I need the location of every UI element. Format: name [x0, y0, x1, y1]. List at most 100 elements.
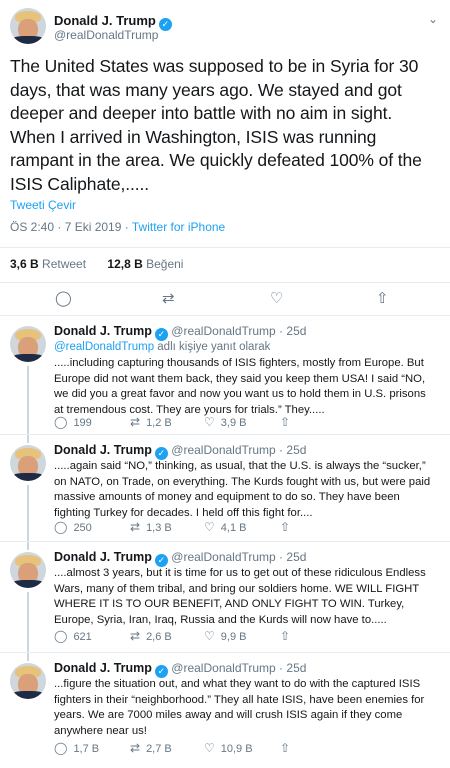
retweet-count: 3,6 B	[10, 257, 39, 271]
reply-count: 250	[73, 522, 92, 534]
thread-line	[27, 485, 29, 541]
thread-line	[27, 435, 29, 443]
tweet-source[interactable]: Twitter for iPhone	[132, 220, 225, 234]
share-icon: ⇧	[280, 741, 291, 755]
author-handle[interactable]: @realDonaldTrump · 25d	[171, 550, 306, 564]
main-action-bar: ◯ ⇄ ♡ ⇧	[0, 284, 450, 312]
author-handle[interactable]: @realDonaldTrump · 25d	[171, 661, 306, 675]
in-reply-to: @realDonaldTrump adlı kişiye yanıt olara…	[54, 341, 270, 353]
like-icon: ♡	[204, 629, 215, 643]
tweet-text: The United States was supposed to be in …	[10, 56, 422, 194]
author-name[interactable]: Donald J. Trump	[54, 13, 156, 28]
like-stat[interactable]: 12,8 B Beğeni	[107, 257, 183, 271]
thread-line	[27, 366, 29, 434]
author-handle[interactable]: @realDonaldTrump · 25d	[171, 324, 306, 338]
retweet-icon: ⇄	[130, 629, 141, 643]
share-icon: ⇧	[280, 629, 291, 643]
reply-icon: ◯	[54, 415, 68, 429]
like-action[interactable]: ♡ 3,9 B	[204, 415, 246, 429]
verified-icon: ✓	[154, 328, 168, 341]
main-tweet: Donald J. Trump ✓ @realDonaldTrump ⌄ The …	[0, 0, 450, 316]
author-name[interactable]: Donald J. Trump	[54, 443, 152, 457]
reply-header: Donald J. Trump ✓ @realDonaldTrump · 25d	[54, 443, 306, 460]
retweet-count: 1,2 B	[146, 417, 172, 429]
thread-line	[27, 542, 29, 550]
tweet-text: .....again said “NO,” thinking, as usual…	[54, 460, 431, 519]
share-icon: ⇧	[280, 520, 291, 534]
author-name[interactable]: Donald J. Trump	[54, 550, 152, 564]
retweet-stat[interactable]: 3,6 B Retweet	[10, 257, 86, 271]
like-count: 4,1 B	[220, 522, 247, 534]
avatar[interactable]	[10, 8, 46, 44]
author-handle[interactable]: @realDonaldTrump	[54, 28, 158, 42]
like-icon: ♡	[204, 415, 215, 429]
retweet-action[interactable]: ⇄ 2,7 B	[130, 741, 172, 755]
action-bar: ◯ 1,7 B ⇄ 2,7 B ♡ 10,9 B ⇧	[54, 741, 438, 759]
retweet-action[interactable]: ⇄ 1,2 B	[130, 415, 172, 429]
like-count: 9,9 B	[220, 631, 247, 643]
translate-link[interactable]: Tweeti Çevir	[10, 198, 76, 212]
reply-action[interactable]: ◯ 621	[54, 629, 92, 643]
reply-tweet[interactable]: Donald J. Trump ✓ @realDonaldTrump · 25d …	[0, 435, 450, 542]
tweet-timestamp[interactable]: ÖS 2:40 · 7 Eki 2019 ·	[10, 220, 132, 234]
like-icon[interactable]: ♡	[270, 289, 283, 307]
share-action[interactable]: ⇧	[280, 629, 296, 643]
share-icon: ⇧	[280, 415, 291, 429]
reply-header: Donald J. Trump ✓ @realDonaldTrump · 25d	[54, 324, 306, 341]
retweet-icon: ⇄	[130, 741, 141, 755]
reply-action[interactable]: ◯ 250	[54, 520, 92, 534]
verified-icon: ✓	[158, 18, 172, 31]
tweet-stats: 3,6 B Retweet 12,8 B Beğeni	[0, 247, 450, 283]
retweet-action[interactable]: ⇄ 2,6 B	[130, 629, 172, 643]
retweet-count: 1,3 B	[146, 522, 172, 534]
avatar[interactable]	[10, 552, 46, 588]
chevron-down-icon[interactable]: ⌄	[428, 12, 438, 26]
author-handle[interactable]: @realDonaldTrump · 25d	[171, 443, 306, 457]
author-name[interactable]: Donald J. Trump	[54, 324, 152, 338]
like-action[interactable]: ♡ 10,9 B	[204, 741, 253, 755]
tweet-text: .....including capturing thousands of IS…	[54, 357, 426, 416]
thread-line	[27, 653, 29, 661]
thread-line	[27, 592, 29, 652]
like-count: 3,9 B	[220, 417, 247, 429]
reply-icon: ◯	[54, 520, 68, 534]
reply-count: 1,7 B	[73, 743, 100, 755]
in-reply-handle[interactable]: @realDonaldTrump	[54, 341, 154, 353]
retweet-icon: ⇄	[130, 415, 141, 429]
reply-action[interactable]: ◯ 1,7 B	[54, 741, 99, 755]
like-count: 10,9 B	[220, 743, 253, 755]
reply-icon: ◯	[54, 741, 68, 755]
share-action[interactable]: ⇧	[280, 741, 296, 755]
like-action[interactable]: ♡ 9,9 B	[204, 629, 246, 643]
like-label: Beğeni	[146, 257, 184, 271]
like-action[interactable]: ♡ 4,1 B	[204, 520, 246, 534]
avatar[interactable]	[10, 326, 46, 362]
reply-tweet[interactable]: Donald J. Trump ✓ @realDonaldTrump · 25d …	[0, 316, 450, 435]
author-name[interactable]: Donald J. Trump	[54, 661, 152, 675]
action-bar: ◯ 199 ⇄ 1,2 B ♡ 3,9 B ⇧	[54, 415, 438, 433]
tweet-meta: ÖS 2:40 · 7 Eki 2019 · Twitter for iPhon…	[10, 220, 225, 234]
in-reply-label: adlı kişiye yanıt olarak	[154, 341, 271, 353]
tweet-text: ...figure the situation out, and what th…	[54, 678, 425, 737]
reply-header: Donald J. Trump ✓ @realDonaldTrump · 25d	[54, 661, 306, 678]
like-count: 12,8 B	[107, 257, 143, 271]
like-icon: ♡	[204, 741, 215, 755]
avatar[interactable]	[10, 663, 46, 699]
action-bar: ◯ 250 ⇄ 1,3 B ♡ 4,1 B ⇧	[54, 520, 438, 538]
avatar[interactable]	[10, 445, 46, 481]
share-action[interactable]: ⇧	[280, 520, 296, 534]
reply-icon[interactable]: ◯	[55, 289, 72, 307]
share-action[interactable]: ⇧	[280, 415, 296, 429]
reply-action[interactable]: ◯ 199	[54, 415, 92, 429]
reply-tweet[interactable]: Donald J. Trump ✓ @realDonaldTrump · 25d …	[0, 542, 450, 653]
reply-tweet[interactable]: Donald J. Trump ✓ @realDonaldTrump · 25d …	[0, 653, 450, 765]
retweet-label: Retweet	[42, 257, 87, 271]
reply-icon: ◯	[54, 629, 68, 643]
retweet-count: 2,6 B	[146, 631, 172, 643]
share-icon[interactable]: ⇧	[376, 289, 389, 307]
reply-count: 621	[73, 631, 92, 643]
retweet-count: 2,7 B	[146, 743, 172, 755]
like-icon: ♡	[204, 520, 215, 534]
retweet-icon[interactable]: ⇄	[162, 289, 175, 307]
retweet-action[interactable]: ⇄ 1,3 B	[130, 520, 172, 534]
